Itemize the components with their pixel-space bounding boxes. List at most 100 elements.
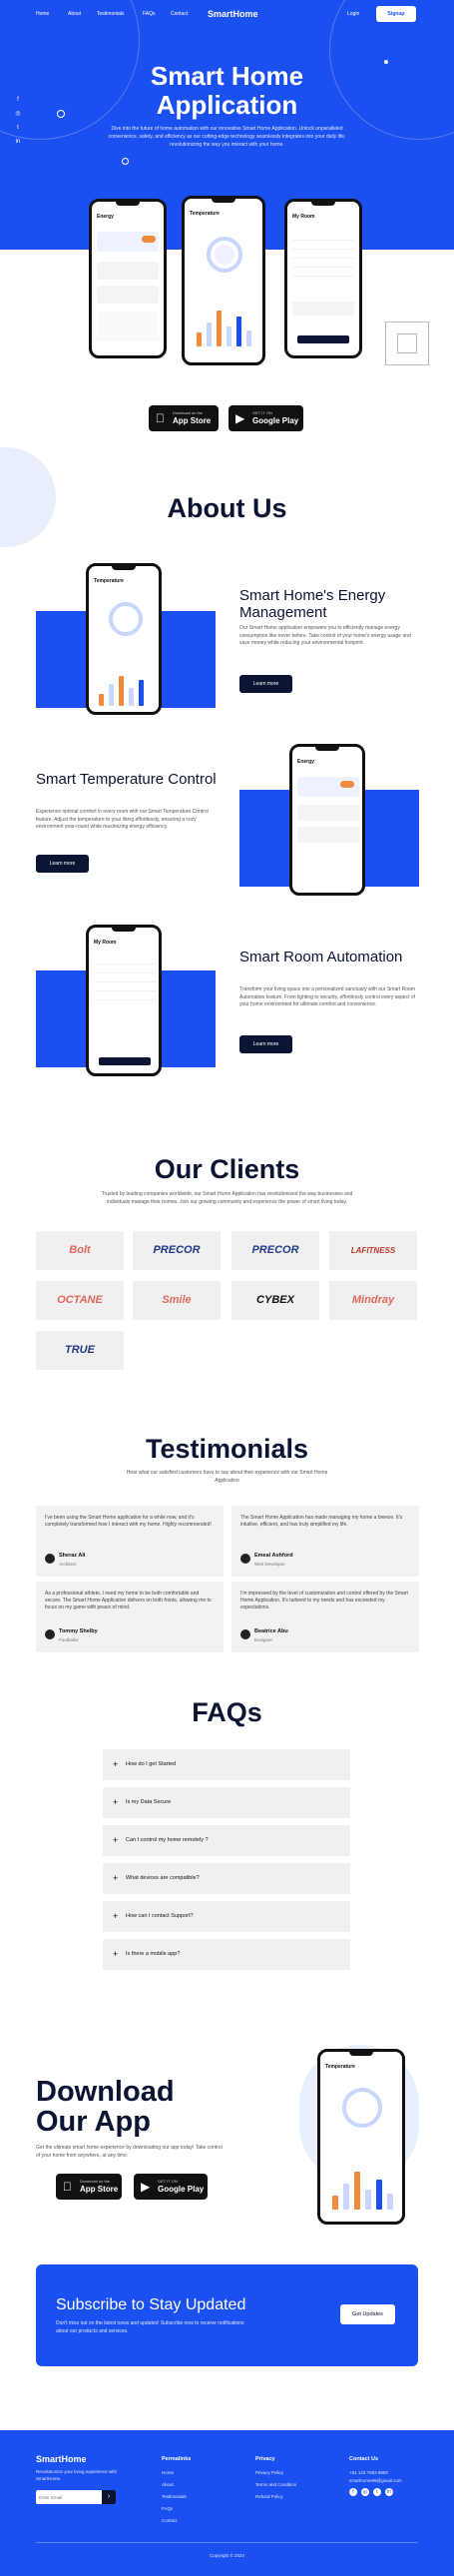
footer-col-contact-title: Contact Us [349,2456,379,2462]
footer-col-privacy-title: Privacy [255,2456,275,2462]
facebook-icon[interactable]: f [14,96,22,104]
testimonial-name: Tommy Shelby [59,1628,98,1634]
footer-email[interactable]: smarthome99@gmail.com [349,2478,402,2483]
login-link[interactable]: Login [347,11,359,17]
footer-phone[interactable]: +91 123 7583 8950 [349,2470,388,2475]
faq-item[interactable]: + How can I contact Support? [103,1901,350,1932]
client-logo: CYBEX [231,1281,319,1320]
linkedin-icon[interactable]: in [385,2488,393,2496]
phone-room-title: My Room [292,214,315,220]
app-store-big: App Store [173,416,212,425]
app-store-button[interactable]:  Download on the App Store [149,405,219,431]
google-play-small: GET IT ON [158,2179,178,2184]
feature-2-phone-title: Energy [297,759,314,765]
linkedin-icon[interactable]: in [14,138,22,146]
footer-link[interactable]: Refund Policy [255,2494,283,2499]
footer-link[interactable]: Home [162,2470,174,2475]
site-logo[interactable]: SmartHome [208,9,258,19]
nav-link-faqs[interactable]: FAQs [143,11,156,17]
hero-title: Smart Home Application [150,61,304,120]
app-store-small: Download on the [80,2179,111,2184]
faq-question: What devices are compatible? [126,1875,200,1881]
app-store-small: Download on the [173,410,204,415]
footer-link[interactable]: FAQs [162,2506,173,2511]
footer-social-icons: f ◎ t in [349,2488,409,2498]
client-logo: Smile [133,1281,221,1320]
faq-item[interactable]: + What devices are compatible? [103,1863,350,1894]
play-icon: ▶ [141,2180,151,2194]
nav-link-contact[interactable]: Contact [171,11,188,17]
client-logo: TRUE [36,1331,124,1370]
subscribe-section: Subscribe to Stay Updated Don't miss out… [36,2264,418,2366]
phone-energy-mockup: Energy [89,199,167,358]
feature-1-text: Our Smart Home application empowers you … [239,625,411,646]
arrow-right-icon[interactable]: › [102,2490,116,2504]
twitter-icon[interactable]: t [14,124,22,132]
testimonial-quote: As a professional athlete, I need my hom… [45,1591,212,1610]
google-play-button[interactable]: ▶ GET IT ON Google Play [228,405,303,431]
apple-icon:  [156,410,165,426]
testimonial-quote: I'm impressed by the level of customizat… [240,1591,408,1610]
footer-logo[interactable]: SmartHome [36,2454,87,2464]
play-icon: ▶ [235,411,245,425]
facebook-icon[interactable]: f [349,2488,357,2496]
instagram-icon[interactable]: ◎ [361,2488,369,2496]
footer-link[interactable]: Terms and Condition [255,2482,296,2487]
apple-icon:  [63,2179,72,2195]
feature-1-learn-more-button[interactable]: Learn more [239,675,292,693]
feature-3-phone-title: My Room [94,940,117,946]
faqs-title: FAQs [192,1697,262,1727]
testimonial-role: Footballer [59,1637,80,1642]
nav-link-about[interactable]: About [68,11,81,17]
avatar [240,1554,250,1564]
feature-3-title: Smart Room Automation [239,949,403,966]
testimonial-card: As a professional athlete, I need my hom… [36,1582,224,1652]
testimonial-role: Web Developer [254,1562,285,1567]
feature-2-title: Smart Temperature Control [36,771,217,788]
nav-link-home[interactable]: Home [36,11,49,17]
footer-link[interactable]: About [162,2482,174,2487]
footer-link[interactable]: Privacy Policy [255,2470,283,2475]
about-title: About Us [167,493,287,523]
google-play-button[interactable]: ▶ GET IT ON Google Play [134,2174,208,2200]
phone-temperature-mockup: Temperature [182,196,265,365]
decor-dot-icon [122,158,129,165]
feature-1-phone-title: Temperature [94,578,124,584]
get-updates-button[interactable]: Get Updates [340,2304,395,2324]
faq-question: Is my Data Secure [126,1799,172,1805]
faq-item[interactable]: + Can I control my home remotely ? [103,1825,350,1856]
faq-item[interactable]: + How do I get Started [103,1749,350,1780]
download-title: Download Our App [36,2076,175,2138]
app-store-button[interactable]:  Download on the App Store [56,2174,122,2200]
faq-question: How can I contact Support? [126,1913,194,1919]
testimonial-name: Beatrice Abu [254,1628,288,1634]
download-phone-title: Temperature [325,2064,355,2070]
plus-icon: + [113,1949,119,1959]
footer-link[interactable]: Testimonials [162,2494,187,2499]
feature-3-learn-more-button[interactable]: Learn more [239,1035,292,1053]
footer-email-input[interactable] [39,2492,97,2502]
phone-energy-title: Energy [97,214,114,220]
client-logo: Bolt [36,1231,124,1270]
client-logo: PRECOR [231,1231,319,1270]
faq-item[interactable]: + Is there a mobile app? [103,1939,350,1970]
top-nav: Home About Testimonials FAQs Contact Sma… [0,0,454,30]
footer-link[interactable]: Contact [162,2518,178,2523]
instagram-icon[interactable]: ◎ [14,110,22,118]
testimonials-title: Testimonials [145,1434,309,1464]
client-logo: LAFITNESS [329,1231,417,1270]
feature-3-text: Transform your living space into a perso… [239,986,416,1007]
signup-button[interactable]: Signup [376,6,416,22]
nav-link-testimonials[interactable]: Testimonials [97,11,125,17]
subscribe-title: Subscribe to Stay Updated [56,2296,246,2313]
google-play-big: Google Play [158,2185,205,2194]
faq-question: Can I control my home remotely ? [126,1837,209,1843]
faq-item[interactable]: + Is my Data Secure [103,1787,350,1818]
decor-dot-icon [384,60,388,64]
client-logo: PRECOR [133,1231,221,1270]
footer-copyright: Copyright © 2024 [209,2553,245,2558]
client-logo: Mindray [329,1281,417,1320]
twitter-icon[interactable]: t [373,2488,381,2496]
faq-question: How do I get Started [126,1761,177,1767]
feature-2-learn-more-button[interactable]: Learn more [36,855,89,873]
